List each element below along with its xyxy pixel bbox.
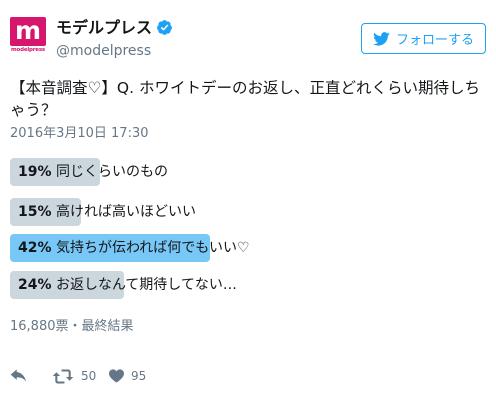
avatar-logo-letter: m — [14, 16, 42, 45]
tweet-header: m modelpress モデルプレス @modelpress フォローする — [0, 0, 496, 70]
poll-percent: 19% — [18, 164, 52, 180]
like-count: 95 — [131, 369, 147, 383]
tweet-text: 【本音調査♡】Q. ホワイトデーのお返し、正直どれくらい期待しちゃう？ — [10, 79, 480, 119]
poll-option: 15% 高ければ高いほどいい — [10, 198, 486, 226]
tweet-timestamp[interactable]: 2016年3月10日 17:30 — [10, 125, 149, 143]
reply-icon — [10, 368, 27, 382]
poll-option-label: お返しなんて期待してない… — [56, 277, 237, 293]
retweet-button[interactable]: 50 — [52, 366, 96, 386]
follow-button-label: フォローする — [395, 33, 474, 48]
poll-option: 19% 同じくらいのもの — [10, 158, 486, 186]
account-handle[interactable]: @modelpress — [56, 42, 151, 60]
avatar[interactable]: m modelpress — [10, 16, 46, 53]
like-button[interactable]: 95 — [109, 366, 146, 386]
poll-percent: 42% — [18, 240, 52, 256]
poll-vote-count: 16,880票・最終結果 — [10, 319, 134, 334]
retweet-icon — [52, 368, 74, 384]
retweet-count: 50 — [81, 369, 97, 383]
poll-percent: 24% — [18, 277, 52, 293]
account-name-text: モデルプレス — [56, 18, 153, 37]
poll-option-label: 高ければ高いほどいい — [56, 204, 196, 220]
poll-option: 24% お返しなんて期待してない… — [10, 271, 486, 299]
verified-badge-icon — [157, 20, 172, 35]
account-name[interactable]: モデルプレス — [56, 18, 173, 38]
poll-option-label: 気持ちが伝われば何でもいい♡ — [56, 240, 250, 256]
avatar-logo-subtext: modelpress — [11, 47, 45, 53]
poll-option: 42% 気持ちが伝われば何でもいい♡ — [10, 234, 486, 262]
reply-button[interactable] — [10, 366, 27, 386]
poll-option-label: 同じくらいのもの — [56, 164, 168, 180]
follow-button[interactable]: フォローする — [361, 23, 486, 54]
poll-percent: 15% — [18, 204, 52, 220]
heart-icon — [109, 369, 124, 383]
twitter-bird-icon — [373, 31, 390, 46]
